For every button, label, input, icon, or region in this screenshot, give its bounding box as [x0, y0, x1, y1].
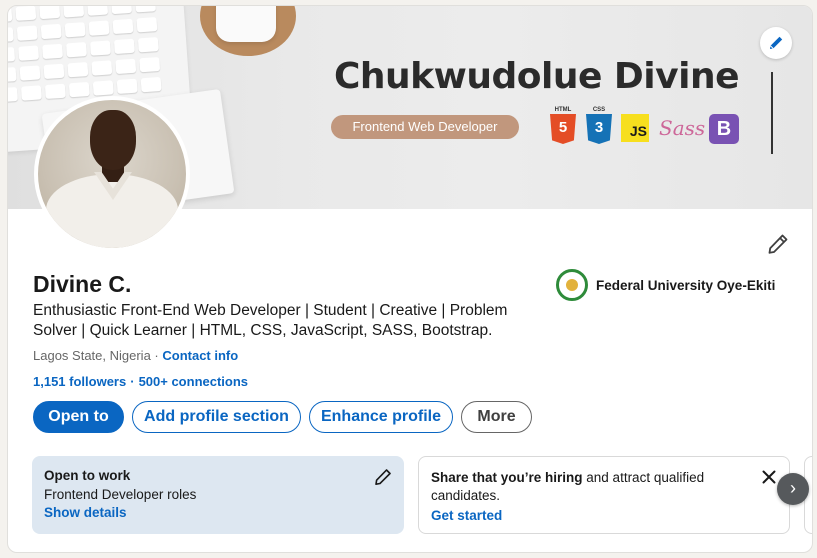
- get-started-link[interactable]: Get started: [431, 508, 777, 523]
- banner-divider: [771, 72, 773, 154]
- profile-location: Lagos State, Nigeria: [33, 348, 151, 363]
- profile-headline: Enthusiastic Front-End Web Developer | S…: [33, 302, 508, 339]
- profile-location-line: Lagos State, Nigeria · Contact info: [33, 348, 238, 363]
- hiring-text-bold: Share that you’re hiring: [431, 470, 583, 485]
- css3-logo-caption: CSS: [592, 107, 606, 113]
- css3-logo: CSS 3: [585, 106, 613, 144]
- dismiss-hiring-button[interactable]: [761, 469, 777, 485]
- carousel-next-button[interactable]: ›: [777, 473, 809, 505]
- edit-open-to-work-button[interactable]: [374, 468, 392, 486]
- bootstrap-logo: B: [709, 106, 741, 144]
- hiring-card: Share that you’re hiring and attract qua…: [418, 456, 790, 534]
- chevron-right-icon: ›: [790, 478, 796, 498]
- profile-name: Divine C.: [33, 271, 132, 297]
- profile-photo[interactable]: [34, 96, 190, 252]
- add-profile-section-button[interactable]: Add profile section: [132, 401, 301, 433]
- followers-link[interactable]: 1,151 followers: [33, 374, 126, 389]
- banner-mug-image: [216, 6, 276, 42]
- open-to-work-title: Open to work: [44, 468, 131, 483]
- avatar-head: [90, 110, 136, 170]
- hiring-text: Share that you’re hiring and attract qua…: [431, 469, 731, 505]
- location-separator: ·: [150, 348, 163, 363]
- pencil-icon: [375, 469, 391, 485]
- university-logo: [556, 269, 588, 301]
- profile-card: Chukwudolue Divine Frontend Web Develope…: [7, 5, 813, 553]
- edit-banner-button[interactable]: [760, 27, 792, 59]
- enhance-profile-button[interactable]: Enhance profile: [309, 401, 453, 433]
- sass-logo-text: Sass: [659, 116, 706, 140]
- banner-title: Chukwudolue Divine: [334, 56, 740, 97]
- javascript-logo: JS: [621, 106, 649, 142]
- close-icon: [762, 470, 776, 484]
- html5-logo-caption: HTML: [554, 107, 572, 113]
- profile-network: 1,151 followers · 500+ connections: [33, 374, 248, 389]
- network-separator: ·: [130, 374, 135, 389]
- pencil-icon: [768, 234, 788, 254]
- open-to-work-card: Open to work Frontend Developer roles Sh…: [32, 456, 404, 534]
- connections-link[interactable]: 500+ connections: [139, 374, 248, 389]
- contact-info-link[interactable]: Contact info: [162, 348, 238, 363]
- avatar-shirt: [46, 174, 178, 248]
- bootstrap-logo-text: B: [709, 114, 739, 144]
- css3-logo-symbol: 3: [586, 114, 612, 144]
- edit-intro-button[interactable]: [762, 228, 794, 260]
- banner-role-pill: Frontend Web Developer: [331, 115, 519, 139]
- html5-logo: HTML 5: [549, 106, 577, 144]
- education-name: Federal University Oye-Ekiti: [596, 277, 776, 293]
- html5-logo-symbol: 5: [550, 114, 576, 144]
- show-details-link[interactable]: Show details: [44, 505, 392, 520]
- open-to-button[interactable]: Open to: [33, 401, 124, 433]
- sass-logo: Sass: [659, 106, 705, 140]
- education-link[interactable]: Federal University Oye-Ekiti: [556, 269, 775, 301]
- more-button[interactable]: More: [461, 401, 532, 433]
- pencil-icon: [770, 36, 783, 49]
- open-to-work-roles: Frontend Developer roles: [44, 487, 197, 502]
- javascript-logo-text: JS: [621, 114, 649, 142]
